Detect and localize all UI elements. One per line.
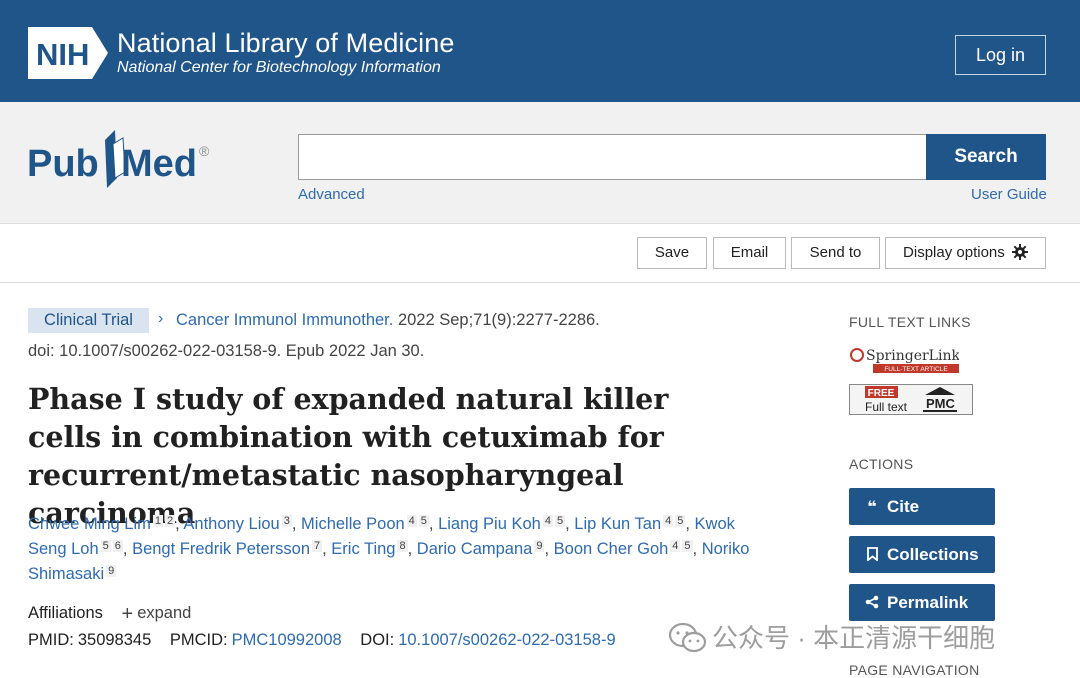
author-link[interactable]: Chwee Ming Lim — [28, 515, 151, 533]
author-link[interactable]: Lip Kun Tan — [574, 515, 661, 533]
quote-icon: ❝ — [867, 499, 877, 516]
gear-icon — [1011, 243, 1028, 260]
full-text-links-heading: FULL TEXT LINKS — [849, 314, 971, 330]
author-separator: , — [291, 515, 302, 533]
collections-button[interactable]: Collections — [849, 536, 995, 573]
author-link[interactable]: Anthony Liou — [183, 515, 279, 533]
cite-label: Cite — [887, 497, 920, 516]
affiliation-ref[interactable]: 4 — [670, 540, 681, 552]
pmc-label: PMC — [926, 396, 956, 411]
affiliation-ref[interactable]: 4 — [542, 515, 553, 527]
author-separator: , — [565, 515, 575, 533]
pmc-free-full-text-link[interactable]: FREE Full text PMC — [849, 384, 973, 415]
affiliation-ref[interactable]: 5 — [675, 515, 686, 527]
author-separator: , — [122, 540, 133, 558]
save-button[interactable]: Save — [637, 237, 707, 269]
page-navigation-heading: PAGE NAVIGATION — [849, 662, 980, 678]
search-button[interactable]: Search — [926, 134, 1046, 180]
doi-epub-line: doi: 10.1007/s00262-022-03158-9. Epub 20… — [28, 342, 425, 360]
cite-button[interactable]: ❝ Cite — [849, 488, 995, 525]
author-list: Chwee Ming Lim 1 2, Anthony Liou 3, Michell… — [28, 512, 768, 587]
pmid-value: 35098345 — [77, 631, 152, 649]
springer-text: SpringerLink — [866, 348, 959, 364]
springer-horse-icon — [850, 348, 864, 362]
author-link[interactable]: Michelle Poon — [301, 515, 405, 533]
journal-citation: Cancer Immunol Immunother. 2022 Sep;71(9… — [176, 311, 600, 330]
org-title[interactable]: National Library of Medicine — [117, 28, 454, 59]
svg-text:Med: Med — [121, 143, 197, 185]
permalink-button[interactable]: Permalink — [849, 584, 995, 621]
author-separator: , — [685, 515, 695, 533]
actions-heading: ACTIONS — [849, 456, 914, 472]
wechat-icon — [668, 623, 707, 653]
nih-header: NIH National Library of Medicine Nationa… — [0, 0, 1080, 102]
pmid-label: PMID: — [28, 631, 74, 649]
send-to-button[interactable]: Send to — [791, 237, 880, 269]
nih-logo-text: NIH — [36, 37, 89, 72]
expand-label: expand — [137, 604, 192, 622]
pubmed-logo[interactable]: Pub Med ® — [27, 128, 217, 194]
search-input[interactable] — [298, 134, 926, 180]
author-link[interactable]: Liang Piu Koh — [438, 515, 541, 533]
login-button[interactable]: Log in — [955, 35, 1046, 75]
springer-subtext: FULL-TEXT ARTICLE — [884, 366, 948, 373]
pmcid-link[interactable]: PMC10992008 — [232, 631, 342, 649]
affiliation-ref[interactable]: 1 — [152, 515, 164, 527]
affiliation-ref[interactable]: 6 — [112, 540, 123, 552]
journal-link[interactable]: Cancer Immunol Immunother. — [176, 311, 393, 329]
author-link[interactable]: Boon Cher Goh — [554, 540, 669, 558]
pmcid-label: PMCID: — [169, 631, 228, 649]
email-button[interactable]: Email — [713, 237, 786, 269]
display-options-button[interactable]: Display options — [885, 237, 1046, 269]
watermark-text: 公众号 · 本正清源干细胞 — [712, 623, 996, 653]
share-icon — [857, 585, 887, 622]
nih-logo-icon[interactable]: NIH — [28, 27, 110, 79]
author-separator: , — [428, 515, 439, 533]
doi-link[interactable]: 10.1007/s00262-022-03158-9 — [398, 631, 615, 649]
org-subtitle: National Center for Biotechnology Inform… — [117, 59, 441, 76]
user-guide-link[interactable]: User Guide — [971, 186, 1047, 203]
affiliation-ref[interactable]: 3 — [281, 515, 292, 527]
affiliation-ref[interactable]: 4 — [663, 515, 674, 527]
svg-text:Pub: Pub — [27, 143, 99, 185]
pmc-full-text: Full text — [865, 400, 908, 414]
affiliation-ref[interactable]: 2 — [165, 515, 176, 527]
expand-affiliations-button[interactable]: + expand — [121, 603, 192, 625]
display-options-label: Display options — [903, 244, 1005, 261]
springerlink-full-text-link[interactable]: SpringerLink FULL-TEXT ARTICLE — [849, 344, 959, 374]
author-link[interactable]: Bengt Fredrik Petersson — [132, 540, 310, 558]
affiliation-ref[interactable]: 5 — [554, 515, 566, 527]
affiliation-ref[interactable]: 9 — [534, 540, 545, 552]
advanced-search-link[interactable]: Advanced — [298, 186, 365, 203]
affiliation-ref[interactable]: 7 — [312, 540, 323, 552]
author-separator: , — [407, 540, 417, 558]
affiliation-ref[interactable]: 8 — [397, 540, 408, 552]
affiliations-row: Affiliations + expand — [28, 603, 191, 626]
article-title: Phase I study of expanded natural killer… — [28, 382, 669, 530]
permalink-label: Permalink — [887, 593, 969, 612]
affiliation-ref[interactable]: 5 — [682, 540, 693, 552]
author-separator: , — [544, 540, 554, 558]
chevron-right-icon: › — [158, 310, 164, 327]
affiliations-label: Affiliations — [28, 604, 103, 622]
plus-icon: + — [121, 603, 134, 625]
svg-text:®: ® — [199, 143, 210, 159]
affiliation-ref[interactable]: 5 — [418, 515, 429, 527]
author-separator: , — [692, 540, 702, 558]
affiliation-ref[interactable]: 9 — [106, 565, 117, 577]
author-link[interactable]: Eric Ting — [331, 540, 395, 558]
author-link[interactable]: Dario Campana — [417, 540, 533, 558]
affiliation-ref[interactable]: 5 — [100, 540, 111, 552]
bookmark-icon — [857, 537, 887, 574]
affiliation-ref[interactable]: 4 — [406, 515, 417, 527]
watermark: 公众号 · 本正清源干细胞 — [668, 618, 995, 654]
doi-label: DOI: — [360, 631, 395, 649]
publication-type-badge: Clinical Trial — [28, 308, 149, 333]
identifiers-row: PMID: 35098345 PMCID: PMC10992008 DOI: 10.1… — [28, 631, 616, 650]
citation-text: 2022 Sep;71(9):2277-2286. — [397, 311, 600, 329]
pmc-free-text: FREE — [868, 388, 895, 399]
author-separator: , — [322, 540, 332, 558]
collections-label: Collections — [887, 545, 979, 564]
